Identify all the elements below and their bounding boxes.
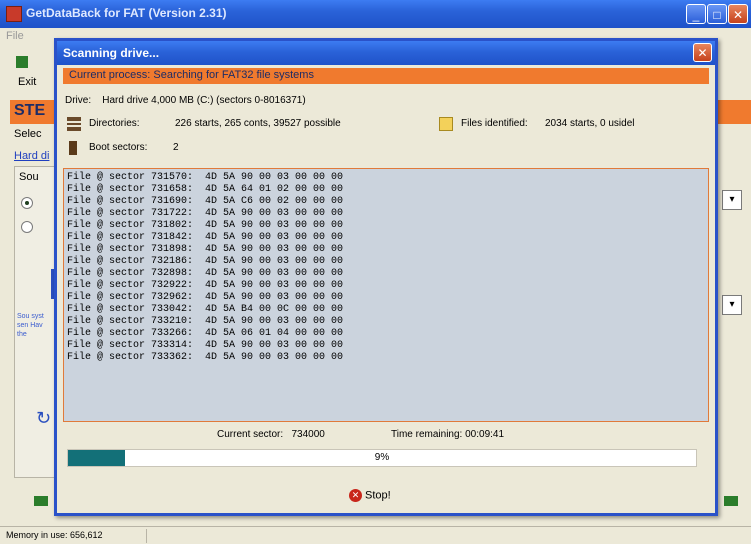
dialog-titlebar: Scanning drive... ✕	[57, 41, 715, 65]
select-label: Selec	[14, 128, 42, 140]
log-line: File @ sector 733362: 4D 5A 90 00 03 00 …	[67, 352, 344, 363]
log-line: File @ sector 731842: 4D 5A 90 00 03 00 …	[67, 232, 344, 243]
exit-icon[interactable]	[16, 56, 28, 68]
step-label: STE	[14, 102, 46, 119]
current-sector: Current sector: 734000	[217, 429, 325, 440]
log-line: File @ sector 733210: 4D 5A 90 00 03 00 …	[67, 316, 344, 327]
refresh-icon[interactable]: ↻	[36, 408, 51, 429]
log-line: File @ sector 731722: 4D 5A 90 00 03 00 …	[67, 208, 344, 219]
exit-label[interactable]: Exit	[18, 76, 36, 88]
boot-sectors-label: Boot sectors:	[89, 142, 148, 153]
scan-progress-bar: 9%	[67, 449, 697, 467]
time-remaining: Time remaining: 00:09:41	[391, 429, 504, 440]
folder-icon	[439, 117, 453, 131]
minimize-button[interactable]: _	[686, 4, 706, 24]
app-icon	[6, 6, 22, 22]
log-line: File @ sector 733314: 4D 5A 90 00 03 00 …	[67, 340, 344, 351]
log-line: File @ sector 733266: 4D 5A 06 01 04 00 …	[67, 328, 344, 339]
drive-value: Hard drive 4,000 MB (C:) (sectors 0-8016…	[102, 95, 306, 106]
stop-label: Stop!	[365, 489, 391, 502]
stop-icon: ✕	[349, 489, 362, 502]
memory-status: Memory in use: 656,612	[6, 530, 103, 540]
scan-log-lines: File @ sector 731570: 4D 5A 90 00 03 00 …	[67, 172, 343, 364]
log-line: File @ sector 731570: 4D 5A 90 00 03 00 …	[67, 172, 344, 183]
time-remaining-value: 00:09:41	[465, 429, 505, 440]
dialog-title: Scanning drive...	[63, 46, 160, 60]
source-panel: Sou Sou syst sen Hav the	[14, 166, 56, 478]
directories-label: Directories:	[89, 118, 140, 129]
current-sector-value: 734000	[291, 429, 325, 440]
statusbar: Memory in use: 656,612	[0, 526, 751, 544]
source-radio-1[interactable]	[21, 197, 33, 209]
drive-line: Drive: Hard drive 4,000 MB (C:) (sectors…	[65, 95, 306, 106]
current-process-bar: Current process: Searching for FAT32 fil…	[63, 68, 709, 84]
boot-sectors-value: 2	[173, 142, 179, 153]
hard-drive-tab[interactable]: Hard di	[14, 150, 49, 162]
drive-label: Drive:	[65, 95, 92, 106]
back-arrow-icon[interactable]	[34, 496, 48, 506]
maximize-button[interactable]: □	[707, 4, 727, 24]
source-help-text: Sou syst sen Hav the	[17, 313, 44, 338]
dropdown-arrow-icon[interactable]: ▾	[722, 295, 742, 315]
log-line: File @ sector 732922: 4D 5A 90 00 03 00 …	[67, 280, 344, 291]
app-title: GetDataBack for FAT (Version 2.31)	[26, 6, 227, 20]
time-remaining-label: Time remaining:	[391, 429, 463, 440]
status-separator	[146, 529, 147, 543]
log-line: File @ sector 731690: 4D 5A C6 00 02 00 …	[67, 196, 344, 207]
current-process-value: Searching for FAT32 file systems	[153, 69, 314, 81]
menu-file[interactable]: File	[6, 30, 24, 42]
log-line: File @ sector 732186: 4D 5A 90 00 03 00 …	[67, 256, 344, 267]
source-label: Sou	[19, 171, 39, 183]
directories-value: 226 starts, 265 conts, 39527 possible	[175, 118, 341, 129]
source-radio-2[interactable]	[21, 221, 33, 233]
app-close-button[interactable]: ✕	[728, 4, 748, 24]
current-process-text: Current process: Searching for FAT32 fil…	[69, 69, 314, 81]
log-line: File @ sector 731898: 4D 5A 90 00 03 00 …	[67, 244, 344, 255]
progress-percent: 9%	[374, 452, 390, 463]
dialog-close-button[interactable]: ✕	[693, 43, 712, 62]
boot-icon	[69, 141, 77, 155]
files-identified-value: 2034 starts, 0 usidel	[545, 118, 635, 129]
scan-log[interactable]: File @ sector 731570: 4D 5A 90 00 03 00 …	[63, 168, 709, 422]
files-identified-label: Files identified:	[461, 118, 528, 129]
app-titlebar: GetDataBack for FAT (Version 2.31) _ □ ✕	[0, 0, 751, 28]
stop-button[interactable]: ✕ Stop!	[349, 489, 391, 507]
forward-arrow-icon[interactable]	[724, 496, 738, 506]
directory-icon	[67, 117, 81, 131]
log-line: File @ sector 731802: 4D 5A 90 00 03 00 …	[67, 220, 344, 231]
log-line: File @ sector 733042: 4D 5A B4 00 0C 00 …	[67, 304, 344, 315]
log-line: File @ sector 731658: 4D 5A 64 01 02 00 …	[67, 184, 344, 195]
log-line: File @ sector 732962: 4D 5A 90 00 03 00 …	[67, 292, 344, 303]
screen: GetDataBack for FAT (Version 2.31) _ □ ✕…	[0, 0, 751, 544]
scanning-dialog: Scanning drive... ✕ Current process: Sea…	[54, 38, 718, 516]
current-process-label: Current process:	[69, 69, 151, 81]
dropdown-arrow-icon[interactable]: ▾	[722, 190, 742, 210]
log-line: File @ sector 732898: 4D 5A 90 00 03 00 …	[67, 268, 344, 279]
current-sector-label: Current sector:	[217, 429, 284, 440]
